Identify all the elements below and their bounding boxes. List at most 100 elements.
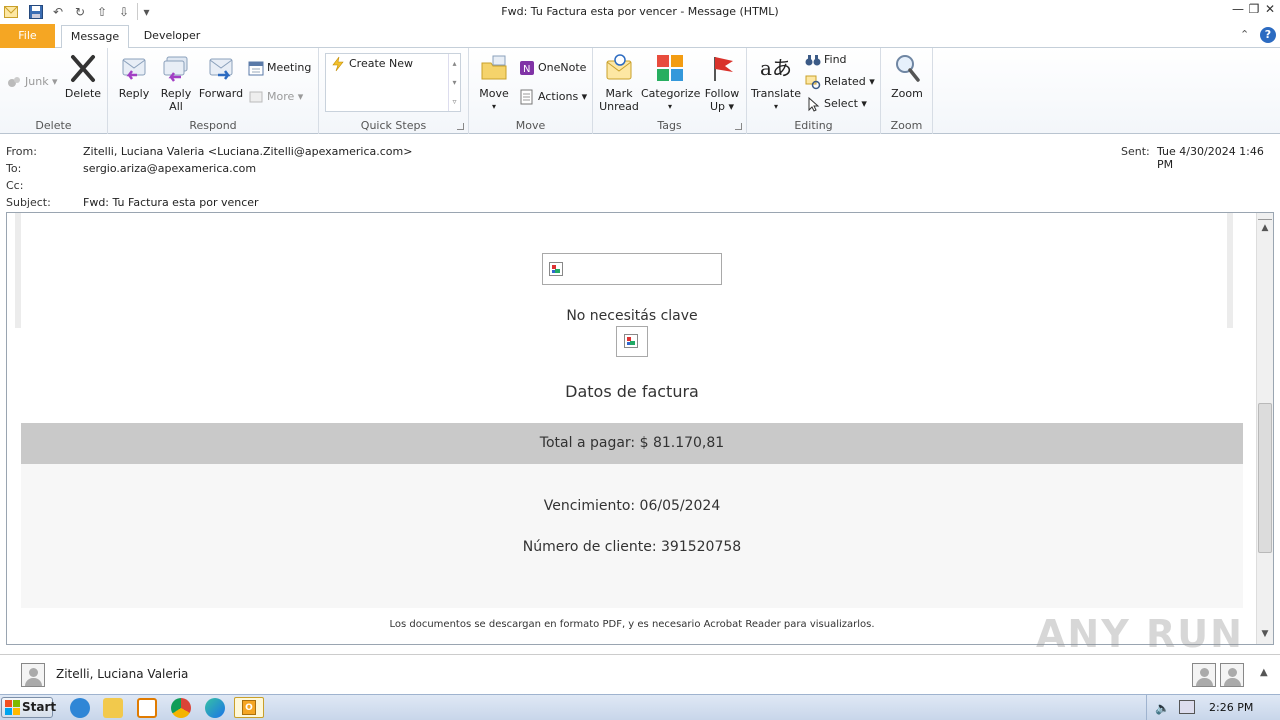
more-respond-button[interactable]: More ▾	[248, 87, 303, 107]
translate-dropdown-icon: ▾	[773, 102, 778, 111]
scroll-split-handle[interactable]	[1258, 214, 1272, 220]
chrome-icon[interactable]	[171, 698, 191, 718]
subject-label: Subject:	[6, 196, 51, 209]
group-quick-steps-label: Quick Steps	[360, 119, 427, 132]
binoculars-icon	[805, 52, 821, 68]
watermark: ANY RUN	[1036, 612, 1244, 656]
more-label: More	[267, 90, 295, 103]
explorer-folder-icon[interactable]	[103, 698, 123, 718]
junk-label: Junk	[25, 75, 49, 88]
group-editing: aあ Translate ▾ Find Related ▾ Select ▾ E…	[747, 48, 881, 134]
clock[interactable]: 2:26 PM	[1209, 701, 1253, 714]
onenote-icon: N	[519, 60, 535, 76]
people-avatar-1[interactable]	[1192, 663, 1216, 687]
tab-file[interactable]: File	[0, 24, 55, 48]
due-date: Vencimiento: 06/05/2024	[543, 498, 721, 514]
volume-icon[interactable]: 🔈	[1155, 701, 1170, 715]
from-value[interactable]: Zitelli, Luciana Valeria <Luciana.Zitell…	[83, 145, 412, 158]
reply-all-icon	[160, 52, 192, 84]
create-new-quick-step[interactable]: Create New	[330, 54, 413, 74]
system-tray: 🔈 2:26 PM	[1146, 695, 1280, 720]
reply-icon	[118, 52, 150, 84]
to-label: To:	[6, 162, 22, 175]
scroll-down-icon[interactable]: ▼	[1258, 629, 1272, 643]
related-button[interactable]: Related ▾	[805, 72, 875, 92]
move-button[interactable]: Move ▾	[475, 52, 513, 113]
svg-text:N: N	[523, 64, 530, 75]
details-band	[21, 464, 1243, 608]
people-pane-name[interactable]: Zitelli, Luciana Valeria	[56, 667, 188, 681]
quick-steps-scroll[interactable]: ▴ ▾ ▿	[448, 54, 460, 111]
create-new-label: Create New	[349, 57, 414, 70]
delete-label: Delete	[64, 87, 102, 100]
people-pane: Zitelli, Luciana Valeria ▲	[0, 654, 1280, 692]
edge-icon[interactable]	[205, 698, 225, 718]
scroll-up-icon[interactable]: ▲	[1258, 223, 1272, 237]
close-icon[interactable]: ✕	[1260, 2, 1280, 20]
forward-icon	[205, 52, 237, 84]
delete-button[interactable]: Delete	[62, 52, 104, 100]
meeting-calendar-icon	[248, 60, 264, 76]
tab-message[interactable]: Message	[61, 25, 129, 49]
cursor-icon	[805, 96, 821, 112]
quick-steps-launcher-icon[interactable]	[457, 123, 464, 130]
message-header: From: Zitelli, Luciana Valeria <Luciana.…	[0, 135, 1280, 212]
select-button[interactable]: Select ▾	[805, 94, 867, 114]
actions-label: Actions	[538, 90, 579, 103]
group-tags-label: Tags	[657, 119, 682, 132]
group-respond-label: Respond	[189, 119, 237, 132]
vertical-scrollbar[interactable]: ▲ ▼	[1256, 213, 1273, 644]
junk-button[interactable]: Junk ▾	[6, 72, 58, 92]
categorize-label: Categorize	[641, 87, 701, 100]
select-label: Select	[824, 97, 858, 110]
categorize-button[interactable]: Categorize ▾	[641, 52, 701, 113]
sender-avatar[interactable]	[21, 663, 45, 687]
mark-unread-button[interactable]: Mark Unread	[597, 52, 641, 113]
help-icon[interactable]: ?	[1260, 27, 1276, 43]
actions-button[interactable]: Actions ▾	[519, 87, 587, 107]
forward-button[interactable]: Forward	[198, 52, 244, 100]
network-icon[interactable]	[1179, 700, 1195, 714]
mark-unread-label-1: Mark	[605, 87, 633, 100]
zoom-button[interactable]: Zoom	[887, 52, 927, 100]
ribbon-tabs: File Message Developer ⌃ ?	[0, 24, 1280, 49]
translate-button[interactable]: aあ Translate ▾	[751, 52, 801, 113]
people-avatar-2[interactable]	[1220, 663, 1244, 687]
tags-launcher-icon[interactable]	[735, 123, 742, 130]
zoom-label: Zoom	[891, 87, 923, 100]
magnifier-icon	[891, 52, 923, 84]
broken-image-box-2	[616, 326, 648, 357]
more-icon	[248, 89, 264, 105]
broken-image-box-1	[542, 253, 722, 285]
meeting-button[interactable]: Meeting	[248, 58, 311, 78]
broken-image-icon	[549, 262, 563, 276]
group-delete-label: Delete	[35, 119, 72, 132]
taskbar: Start O 🔈 2:26 PM	[0, 694, 1280, 720]
meeting-label: Meeting	[267, 61, 312, 74]
outlook-icon: O	[242, 700, 256, 715]
group-zoom: Zoom Zoom	[881, 48, 933, 134]
to-value[interactable]: sergio.ariza@apexamerica.com	[83, 162, 256, 175]
start-button[interactable]: Start	[1, 697, 56, 718]
no-password-text: No necesitás clave	[566, 308, 698, 324]
media-player-icon[interactable]	[137, 698, 157, 718]
find-button[interactable]: Find	[805, 50, 847, 70]
scroll-thumb[interactable]	[1258, 403, 1272, 553]
reply-button[interactable]: Reply	[116, 52, 152, 100]
group-respond: Reply Reply All Forward Meeting More ▾ R…	[108, 48, 319, 134]
outlook-taskbar-button[interactable]: O	[234, 697, 264, 718]
group-move-label: Move	[515, 119, 546, 132]
onenote-button[interactable]: N OneNote	[519, 58, 586, 78]
from-label: From:	[6, 145, 37, 158]
collapse-ribbon-icon[interactable]: ⌃	[1240, 28, 1249, 41]
group-tags: Mark Unread Categorize ▾ Follow Up ▾ Tag…	[593, 48, 747, 134]
tab-developer[interactable]: Developer	[138, 25, 206, 48]
group-zoom-label: Zoom	[890, 119, 923, 132]
reply-all-button[interactable]: Reply All	[156, 52, 196, 113]
window-title: Fwd: Tu Factura esta por vencer - Messag…	[501, 5, 779, 18]
reply-label: Reply	[118, 87, 150, 100]
ie-icon[interactable]	[70, 698, 90, 718]
follow-up-button[interactable]: Follow Up ▾	[701, 52, 743, 113]
actions-icon	[519, 89, 535, 105]
expand-people-pane-icon[interactable]: ▲	[1260, 667, 1268, 678]
